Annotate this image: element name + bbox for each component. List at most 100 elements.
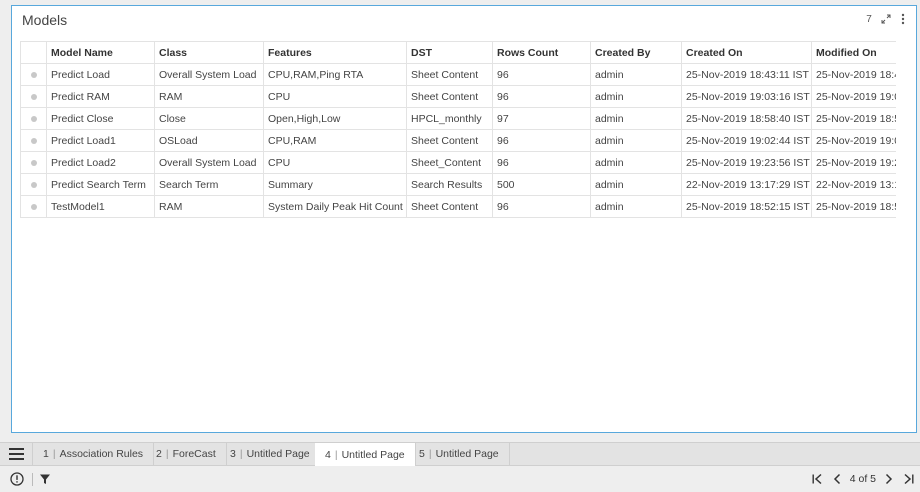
table-cell: System Daily Peak Hit Count (263, 195, 407, 218)
page-tab-4[interactable]: 4 | Untitled Page (315, 443, 416, 466)
row-select-radio[interactable] (20, 151, 47, 174)
table-cell: admin (590, 195, 682, 218)
table-cell: Open,High,Low (263, 107, 407, 130)
table-cell: Sheet Content (406, 195, 493, 218)
tab-label: Association Rules (59, 448, 144, 460)
first-page-icon[interactable] (810, 471, 824, 487)
column-header[interactable]: Modified On (811, 41, 896, 64)
table-cell: HPCL_monthly (406, 107, 493, 130)
expand-icon[interactable] (881, 13, 891, 25)
models-table: Model Name Class Features DST Rows Count… (20, 41, 896, 218)
table-cell: Predict Load1 (46, 129, 155, 152)
table-cell: Predict Load2 (46, 151, 155, 174)
tab-number: 5 (419, 448, 425, 460)
pagination: 4 of 5 (810, 471, 916, 487)
table-cell: Predict Load (46, 63, 155, 86)
divider (32, 473, 33, 486)
page-tab-5[interactable]: 5 | Untitled Page (409, 443, 510, 465)
table-row[interactable]: Predict Search Term Search Term Summary … (20, 173, 896, 196)
page-tab-1[interactable]: 1 | Association Rules (33, 443, 155, 465)
column-header[interactable]: Created By (590, 41, 682, 64)
column-header[interactable]: Class (154, 41, 264, 64)
status-bar: 4 of 5 (0, 467, 920, 492)
table-header-row: Model Name Class Features DST Rows Count… (20, 41, 896, 64)
table-cell: TestModel1 (46, 195, 155, 218)
table-row[interactable]: Predict RAM RAM CPU Sheet Content 96 adm… (20, 85, 896, 108)
table-cell: 96 (492, 195, 591, 218)
table-row[interactable]: TestModel1 RAM System Daily Peak Hit Cou… (20, 195, 896, 218)
panel-toolbar: 7 (864, 13, 908, 25)
row-select-radio[interactable] (20, 85, 47, 108)
table-cell: admin (590, 173, 682, 196)
table-cell: RAM (154, 85, 264, 108)
table-cell: admin (590, 129, 682, 152)
column-header[interactable]: Model Name (46, 41, 155, 64)
table-cell: 25-Nov-2019 18:58:40 IST (811, 107, 896, 130)
table-cell: 96 (492, 63, 591, 86)
tab-label: Untitled Page (341, 448, 405, 461)
table-cell: admin (590, 107, 682, 130)
table-cell: Sheet Content (406, 63, 493, 86)
filter-icon[interactable] (39, 472, 51, 486)
table-cell: admin (590, 63, 682, 86)
table-cell: 25-Nov-2019 19:03:16 IST (681, 85, 812, 108)
column-header[interactable]: Created On (681, 41, 812, 64)
table-cell: Summary (263, 173, 407, 196)
table-row[interactable]: Predict Close Close Open,High,Low HPCL_m… (20, 107, 896, 130)
table-cell: CPU,RAM,Ping RTA (263, 63, 407, 86)
row-select-radio[interactable] (20, 107, 47, 130)
table-cell: Close (154, 107, 264, 130)
table-cell: Overall System Load (154, 151, 264, 174)
table-cell: 25-Nov-2019 18:43:11 IST (681, 63, 812, 86)
table-cell: CPU,RAM (263, 129, 407, 152)
table-row[interactable]: Predict Load1 OSLoad CPU,RAM Sheet Conte… (20, 129, 896, 152)
tab-label: ForeCast (172, 448, 216, 460)
row-select-radio[interactable] (20, 173, 47, 196)
table-cell: CPU (263, 85, 407, 108)
kebab-menu-icon[interactable] (898, 13, 908, 25)
column-header[interactable]: DST (406, 41, 493, 64)
table-cell: admin (590, 85, 682, 108)
page-indicator: 4 of 5 (849, 473, 876, 485)
table-cell: Sheet_Content (406, 151, 493, 174)
tab-separator: | (165, 448, 169, 460)
row-select-radio[interactable] (20, 63, 47, 86)
table-cell: 500 (492, 173, 591, 196)
table-cell: Predict RAM (46, 85, 155, 108)
row-count-badge: 7 (866, 13, 872, 25)
last-page-icon[interactable] (902, 471, 916, 487)
table-cell: 97 (492, 107, 591, 130)
column-header[interactable]: Rows Count (492, 41, 591, 64)
table-cell: Sheet Content (406, 85, 493, 108)
page-tab-3[interactable]: 3 | Untitled Page (220, 443, 321, 465)
table-row[interactable]: Predict Load Overall System Load CPU,RAM… (20, 63, 896, 86)
hamburger-menu-icon[interactable] (0, 443, 33, 465)
tab-label: Untitled Page (435, 448, 499, 460)
models-table-container[interactable]: Model Name Class Features DST Rows Count… (20, 41, 896, 221)
page-tab-2[interactable]: 2 | ForeCast (146, 443, 227, 465)
table-cell: 96 (492, 85, 591, 108)
column-header[interactable]: Features (263, 41, 407, 64)
tab-label: Untitled Page (246, 448, 310, 460)
page-tab-bar: 1 | Association Rules 2 | ForeCast 3 | Untitle… (0, 442, 920, 466)
panel-title: Models (22, 12, 68, 28)
table-cell: 25-Nov-2019 19:02:44 IST (681, 129, 812, 152)
tab-number: 1 (43, 448, 49, 460)
tab-separator: | (239, 448, 243, 460)
table-cell: Search Results (406, 173, 493, 196)
previous-page-icon[interactable] (830, 471, 844, 487)
table-cell: Search Term (154, 173, 264, 196)
table-cell: Sheet Content (406, 129, 493, 152)
info-circle-icon[interactable] (10, 472, 24, 486)
row-select-radio[interactable] (20, 195, 47, 218)
table-row[interactable]: Predict Load2 Overall System Load CPU Sh… (20, 151, 896, 174)
column-header-select (20, 41, 47, 64)
row-select-radio[interactable] (20, 129, 47, 152)
tab-separator: | (52, 448, 56, 460)
table-cell: 96 (492, 151, 591, 174)
next-page-icon[interactable] (882, 471, 896, 487)
tab-number: 4 (325, 448, 331, 461)
table-cell: 22-Nov-2019 13:17:29 IST (681, 173, 812, 196)
table-cell: Overall System Load (154, 63, 264, 86)
models-panel: Models 7 Model Name Class Features DST R… (11, 5, 917, 433)
